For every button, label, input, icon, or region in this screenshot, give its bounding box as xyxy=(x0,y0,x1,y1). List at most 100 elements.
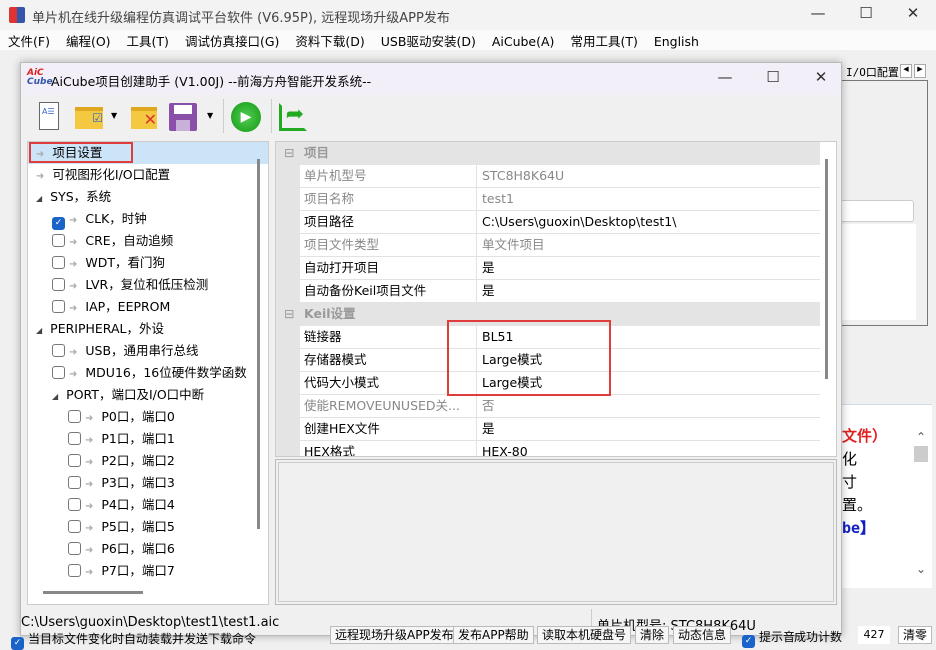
tree-item[interactable]: ➜ P0口，端口0 xyxy=(68,406,175,428)
property-value[interactable]: 单文件项目 xyxy=(477,234,820,257)
tree-checkbox[interactable] xyxy=(68,432,81,445)
menu-english[interactable]: English xyxy=(646,33,707,49)
tree-item[interactable]: ➜ CRE，自动追频 xyxy=(52,230,173,252)
save-project-button[interactable]: ▼ xyxy=(167,99,219,135)
collapse-icon[interactable]: ⊟ xyxy=(284,142,294,164)
tree-checkbox[interactable] xyxy=(68,454,81,467)
grid-vertical-scrollbar[interactable] xyxy=(825,159,828,379)
collapse-icon[interactable]: ⊟ xyxy=(284,303,294,325)
tree-item[interactable]: ◢ PORT，端口及I/O口中断 xyxy=(52,384,204,406)
tab-scroll-right[interactable]: ▶ xyxy=(914,64,926,78)
tree-checkbox[interactable] xyxy=(52,234,65,247)
property-value[interactable]: 否 xyxy=(477,395,820,418)
menu-file[interactable]: 文件(F) xyxy=(0,30,58,50)
export-button[interactable]: ➦ xyxy=(277,99,309,135)
expand-triangle-icon[interactable]: ◢ xyxy=(52,392,58,401)
tree-checkbox[interactable] xyxy=(52,344,65,357)
tree-checkbox[interactable] xyxy=(68,498,81,511)
property-value[interactable]: C:\Users\guoxin\Desktop\test1\ xyxy=(477,211,820,234)
tree-item[interactable]: ➜ P4口，端口4 xyxy=(68,494,175,516)
property-row[interactable]: HEX格式 HEX-80 xyxy=(276,441,820,456)
arrow-right-icon: ➜ xyxy=(85,479,94,490)
tree-checkbox[interactable] xyxy=(68,542,81,555)
menu-program[interactable]: 编程(O) xyxy=(58,30,119,50)
expand-triangle-icon[interactable]: ◢ xyxy=(36,194,42,203)
property-row[interactable]: 创建HEX文件是 xyxy=(276,418,820,441)
tree-checkbox[interactable] xyxy=(52,256,65,269)
publish-app-help-button[interactable]: 发布APP帮助 xyxy=(453,626,534,644)
property-row[interactable]: 项目名称 test1 xyxy=(276,188,820,211)
tree-checkbox[interactable] xyxy=(68,520,81,533)
dropdown-arrow-icon[interactable]: ▼ xyxy=(207,111,213,120)
remote-upgrade-publish-button[interactable]: 远程现场升级APP发布 xyxy=(330,626,459,644)
tree-item-label: IAP，EEPROM xyxy=(85,299,171,314)
tree-vertical-scrollbar[interactable] xyxy=(257,159,260,529)
property-value[interactable]: 是 xyxy=(477,257,820,280)
menu-download[interactable]: 资料下载(D) xyxy=(287,30,372,50)
property-value[interactable]: STC8H8K64U xyxy=(477,165,820,188)
tree-checkbox[interactable] xyxy=(68,476,81,489)
tree-horizontal-scrollbar[interactable] xyxy=(43,591,143,594)
tree-item[interactable]: ➜ MDU16，16位硬件数学函数 xyxy=(52,362,247,384)
menu-aicube[interactable]: AiCube(A) xyxy=(484,33,563,49)
dropdown-arrow-icon[interactable]: ▼ xyxy=(111,111,117,120)
expand-triangle-icon[interactable]: ◢ xyxy=(36,326,42,335)
tree-item[interactable]: ◢ SYS，系统 xyxy=(36,186,111,208)
property-value[interactable]: test1 xyxy=(477,188,820,211)
open-project-button[interactable]: ☑ ▼ xyxy=(73,99,121,135)
close-button[interactable]: ✕ xyxy=(893,4,933,26)
menu-debug[interactable]: 调试仿真接口(G) xyxy=(177,30,287,50)
tree-checkbox[interactable] xyxy=(52,300,65,313)
menu-common-tools[interactable]: 常用工具(T) xyxy=(562,30,645,50)
dynamic-info-button[interactable]: 动态信息 xyxy=(673,626,732,644)
property-row[interactable]: 自动打开项目是 xyxy=(276,257,820,280)
dialog-maximize-button[interactable]: ☐ xyxy=(753,68,793,90)
tree-item[interactable]: ➜ P6口，端口6 xyxy=(68,538,175,560)
close-project-button[interactable]: ✕ xyxy=(129,99,161,135)
tree-checkbox[interactable] xyxy=(68,564,81,577)
property-value[interactable]: 是 xyxy=(477,280,820,303)
beep-checkbox[interactable]: ✓ 提示音 xyxy=(742,628,795,648)
property-row[interactable]: 单片机型号 STC8H8K64U xyxy=(276,165,820,188)
beep-label: 提示音 xyxy=(759,630,796,644)
maximize-button[interactable]: ☐ xyxy=(846,4,886,26)
tree-item[interactable]: ➜ P2口，端口2 xyxy=(68,450,175,472)
tab-io-config[interactable]: I/O口配置 xyxy=(846,64,899,80)
minimize-button[interactable]: — xyxy=(798,4,838,26)
reset-count-button[interactable]: 清零 xyxy=(898,626,933,644)
tree-checkbox[interactable] xyxy=(52,278,65,291)
right-panel-input[interactable] xyxy=(840,200,914,222)
property-row[interactable]: 项目路径 C:\Users\guoxin\Desktop\test1\ xyxy=(276,211,820,234)
tree-item[interactable]: ➜ P3口，端口3 xyxy=(68,472,175,494)
dialog-close-button[interactable]: ✕ xyxy=(801,68,841,90)
tree-item[interactable]: ✓ ➜ CLK，时钟 xyxy=(52,208,147,230)
clear-button[interactable]: 清除 xyxy=(635,626,670,644)
tree-item[interactable]: ◢ PERIPHERAL，外设 xyxy=(36,318,164,340)
property-row[interactable]: 自动备份Keil项目文件是 xyxy=(276,280,820,303)
tree-item[interactable]: ➜ 可视图形化I/O口配置 xyxy=(36,164,170,186)
property-row[interactable]: 使能REMOVEUNUSED关... 否 xyxy=(276,395,820,418)
dialog-minimize-button[interactable]: — xyxy=(705,68,745,90)
run-generate-button[interactable]: ▶ xyxy=(229,99,261,135)
property-value[interactable]: HEX-80 xyxy=(477,441,820,456)
tree-item[interactable]: ➜ LVR，复位和低压检测 xyxy=(52,274,208,296)
log-scrollbar[interactable]: ⌃ ⌄ xyxy=(914,430,928,580)
tree-item[interactable]: ➜ IAP，EEPROM xyxy=(52,296,170,318)
menu-usb-driver[interactable]: USB驱动安装(D) xyxy=(373,30,484,50)
new-project-button[interactable]: A☰ xyxy=(33,99,65,135)
tree-item[interactable]: ➜ P7口，端口7 xyxy=(68,560,175,582)
tab-scroll-left[interactable]: ◀ xyxy=(900,64,912,78)
menu-tools[interactable]: 工具(T) xyxy=(119,30,177,50)
read-disk-id-button[interactable]: 读取本机硬盘号 xyxy=(537,626,632,644)
property-category[interactable]: ⊟ 项目 xyxy=(276,142,820,165)
auto-reload-checkbox[interactable]: ✓ 当目标文件变化时自动装载并发送下载命令 xyxy=(11,630,256,650)
tree-checkbox[interactable] xyxy=(68,410,81,423)
property-value[interactable]: 是 xyxy=(477,418,820,441)
tree-item[interactable]: ➜ P5口，端口5 xyxy=(68,516,175,538)
tree-item[interactable]: ➜ WDT，看门狗 xyxy=(52,252,165,274)
tree-checkbox[interactable]: ✓ xyxy=(52,217,65,230)
tree-checkbox[interactable] xyxy=(52,366,65,379)
property-row[interactable]: 项目文件类型 单文件项目 xyxy=(276,234,820,257)
tree-item[interactable]: ➜ P1口，端口1 xyxy=(68,428,175,450)
tree-item[interactable]: ➜ USB，通用串行总线 xyxy=(52,340,199,362)
